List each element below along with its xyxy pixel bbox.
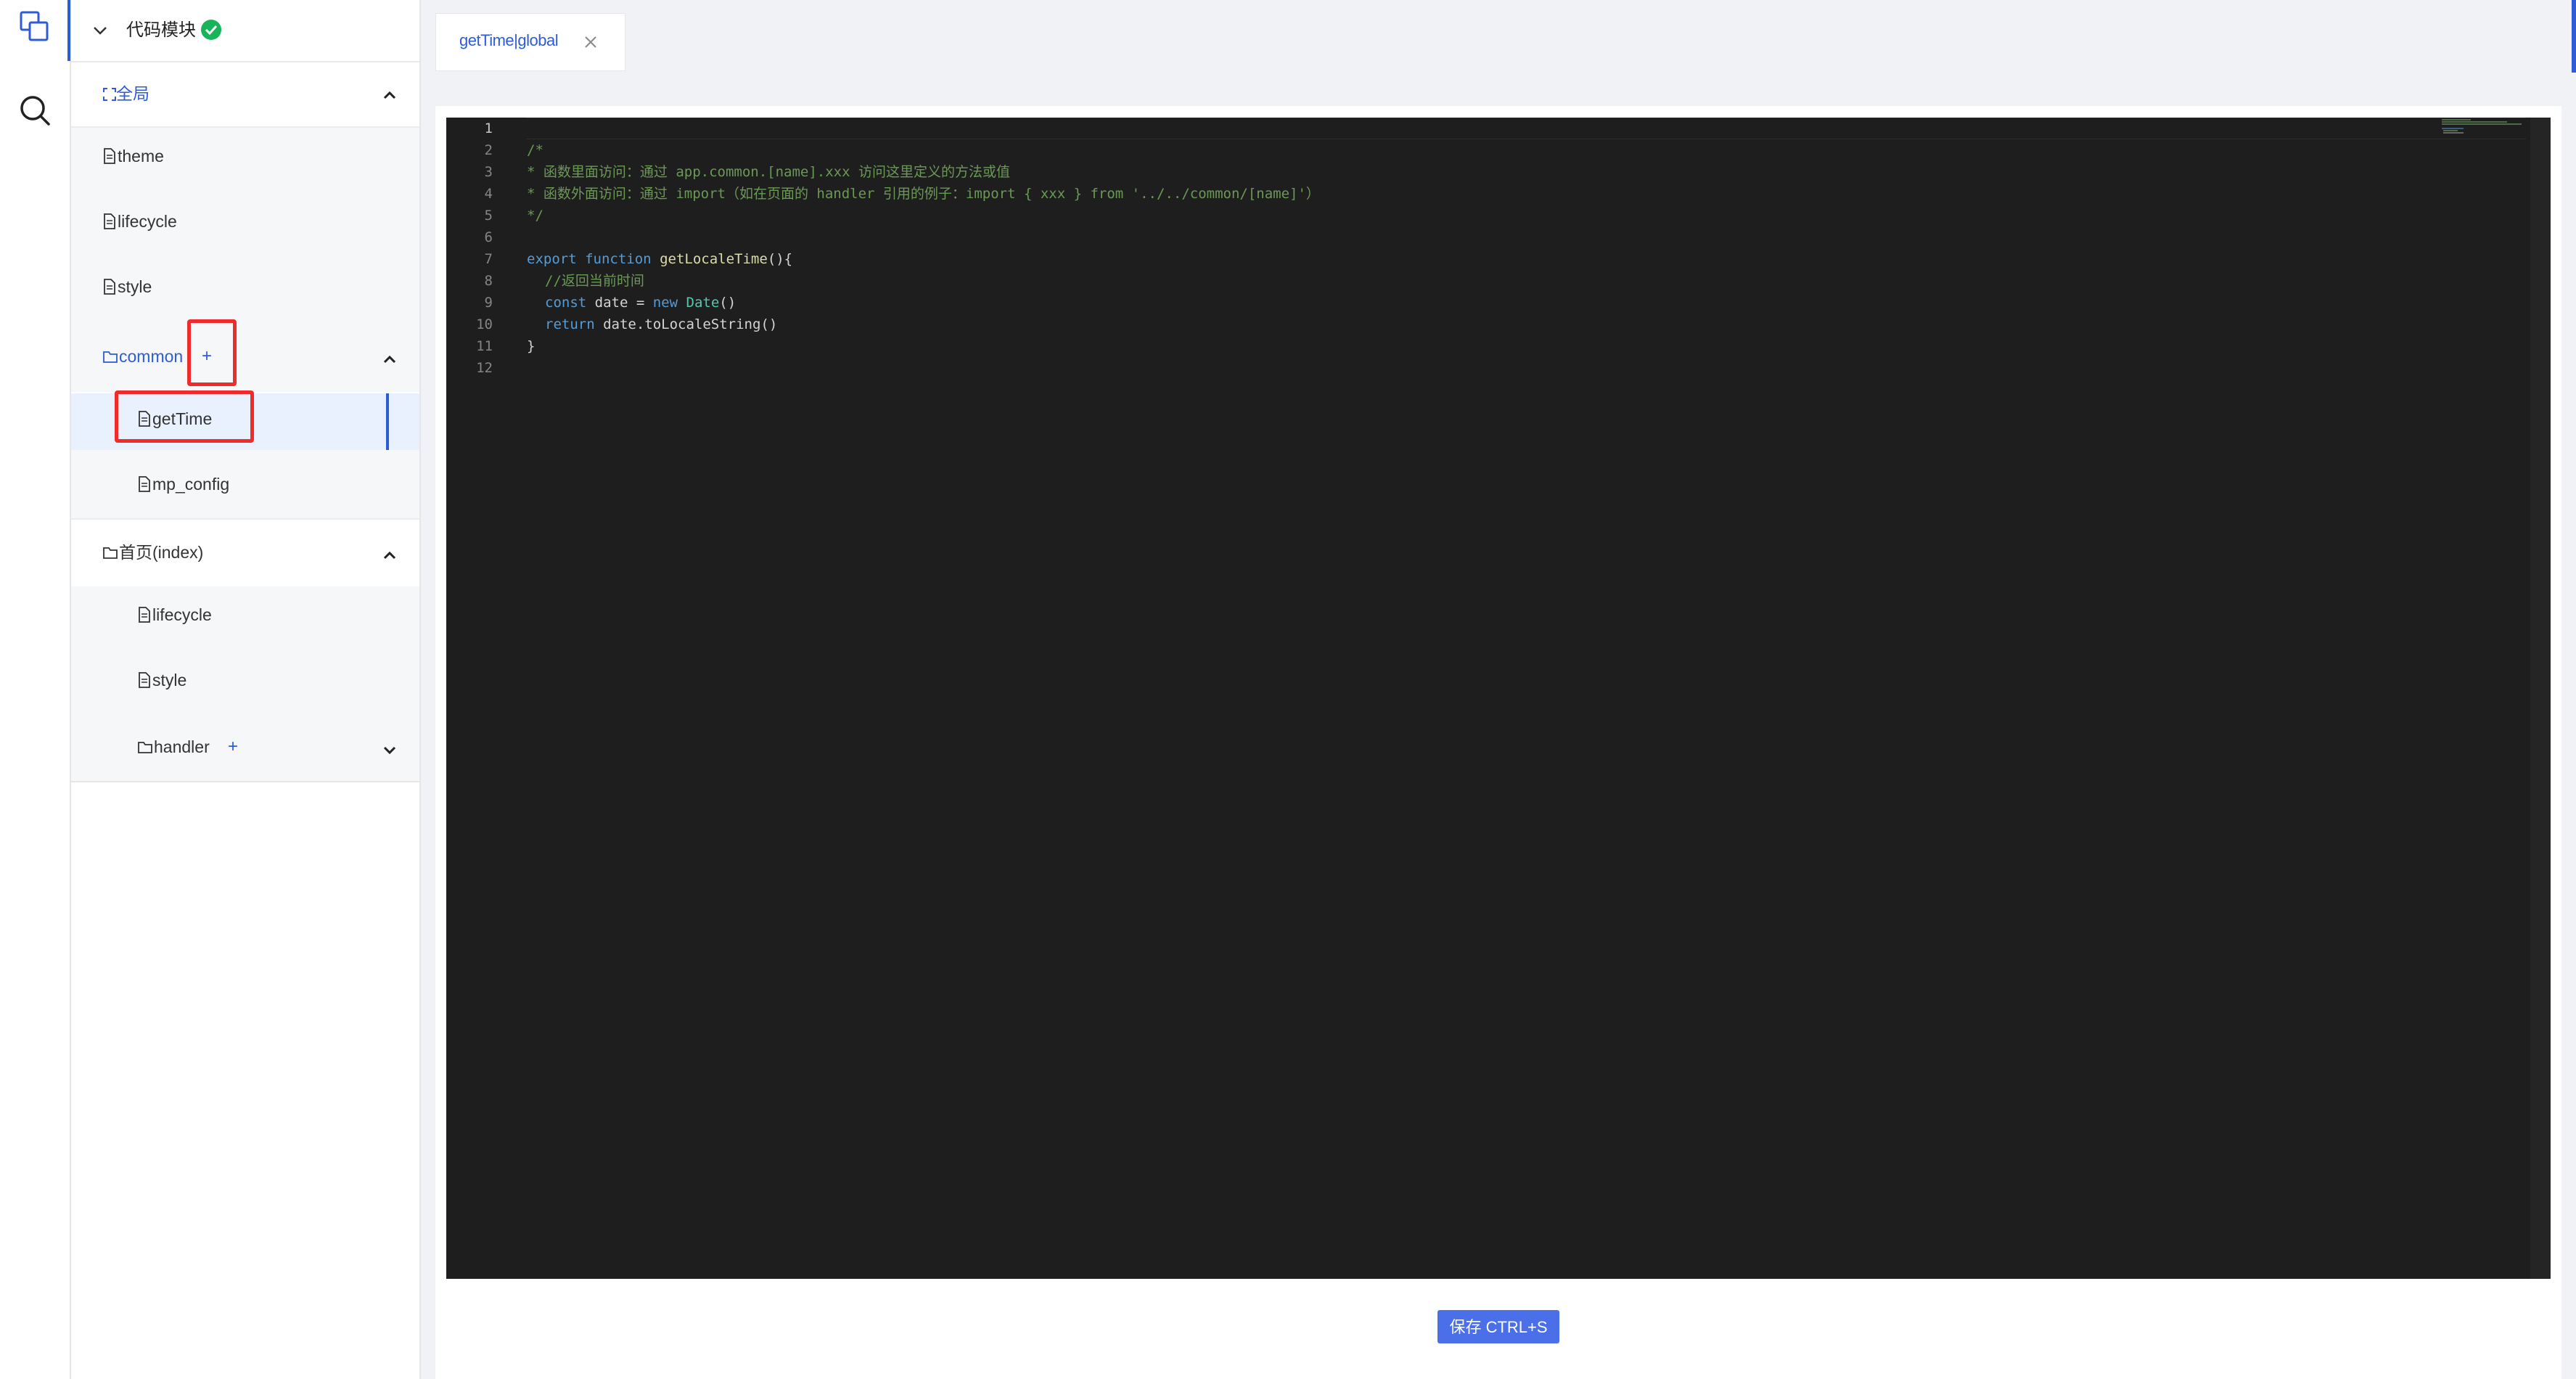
file-item-label: theme — [103, 145, 164, 167]
file-item-theme[interactable]: theme — [71, 128, 419, 193]
file-item-style[interactable]: style — [71, 258, 419, 324]
file-icon — [139, 672, 150, 688]
code-line-9: const date = new Date() — [545, 295, 737, 311]
code-line-3: * 函数里面访问：通过 app.common.[name].xxx 访问这里定义… — [527, 164, 1010, 180]
line-number: 2 — [484, 142, 493, 158]
code-line-10: return date.toLocaleString() — [545, 316, 778, 332]
selection-indicator — [386, 393, 389, 450]
section-index-label: 首页(index) — [103, 541, 203, 563]
code-line-11: } — [527, 338, 536, 354]
file-icon — [104, 213, 115, 229]
line-number: 10 — [476, 316, 493, 332]
folder-icon — [103, 351, 118, 363]
section-global[interactable]: 全局 — [71, 62, 419, 128]
module-header[interactable]: 代码模块 — [71, 0, 419, 62]
code-line-8: //返回当前时间 — [545, 273, 644, 289]
line-number: 11 — [476, 338, 493, 354]
line-number: 7 — [484, 251, 493, 267]
line-number: 9 — [484, 295, 493, 311]
active-indicator — [67, 0, 70, 61]
close-icon[interactable] — [584, 36, 597, 49]
chevron-up-icon[interactable] — [382, 87, 398, 103]
code-editor[interactable]: 1 2 3 4 5 6 7 8 9 10 11 12 /* * 函数里面访问：通… — [446, 118, 2551, 1279]
line-number: 5 — [484, 208, 493, 224]
fullscreen-icon — [103, 84, 116, 103]
chevron-down-icon[interactable] — [91, 22, 109, 39]
search-icon[interactable] — [17, 93, 52, 128]
file-icon — [139, 607, 150, 623]
file-icon — [139, 476, 150, 492]
file-item-label: mp_config — [138, 473, 229, 495]
file-icon — [104, 279, 115, 295]
file-item-index-lifecycle[interactable]: lifecycle — [71, 586, 419, 652]
highlight-box-getTime — [115, 390, 254, 443]
file-item-label: lifecycle — [138, 604, 212, 626]
file-item-label: style — [138, 669, 186, 691]
current-line-highlight — [526, 118, 2526, 139]
folder-icon — [103, 547, 118, 559]
save-button[interactable]: 保存 CTRL+S — [1437, 1310, 1559, 1343]
window-edge-accent — [2572, 0, 2576, 73]
chevron-down-icon[interactable] — [382, 742, 398, 758]
line-number: 12 — [476, 360, 493, 376]
tab-getTime-global[interactable]: getTime|global — [435, 13, 625, 71]
line-number: 4 — [484, 186, 493, 202]
file-icon — [104, 148, 115, 164]
folder-handler-label: handler — [138, 736, 210, 758]
tab-label: getTime|global — [459, 31, 559, 49]
code-line-4: * 函数外面访问：通过 import（如在页面的 handler 引用的例子：i… — [527, 186, 1320, 202]
code-line-2: /* — [527, 142, 543, 158]
copy-icon[interactable] — [17, 10, 52, 45]
section-index[interactable]: 首页(index) — [71, 518, 419, 588]
file-item-mp_config[interactable]: mp_config — [71, 450, 419, 518]
line-number: 8 — [484, 273, 493, 289]
line-number-gutter: 1 2 3 4 5 6 7 8 9 10 11 12 — [446, 118, 526, 1279]
file-item-label: style — [103, 276, 152, 298]
highlight-box-add — [187, 319, 237, 386]
folder-common[interactable]: common + — [71, 324, 419, 392]
line-number: 6 — [484, 229, 493, 245]
line-number: 3 — [484, 164, 493, 180]
file-item-lifecycle[interactable]: lifecycle — [71, 193, 419, 258]
folder-icon — [138, 742, 152, 753]
code-line-7: export function getLocaleTime(){ — [527, 251, 793, 267]
code-line-5: */ — [527, 208, 543, 224]
chevron-up-icon[interactable] — [382, 351, 398, 367]
file-item-label: lifecycle — [103, 210, 177, 232]
add-file-button[interactable]: + — [228, 736, 238, 758]
code-module-sidebar: 代码模块 全局 theme lifecycle style common + g… — [71, 0, 421, 1379]
vertical-scrollbar[interactable] — [2530, 118, 2551, 1279]
file-item-index-style[interactable]: style — [71, 652, 419, 717]
activity-bar — [0, 0, 71, 1379]
line-number: 1 — [484, 120, 493, 136]
folder-common-label: common — [103, 345, 183, 367]
module-title: 代码模块 — [126, 20, 196, 40]
check-circle-icon — [200, 19, 222, 41]
section-global-label: 全局 — [103, 83, 149, 105]
chevron-up-icon[interactable] — [382, 547, 398, 563]
folder-handler[interactable]: handler + — [71, 717, 419, 782]
minimap[interactable] — [2439, 118, 2526, 1279]
